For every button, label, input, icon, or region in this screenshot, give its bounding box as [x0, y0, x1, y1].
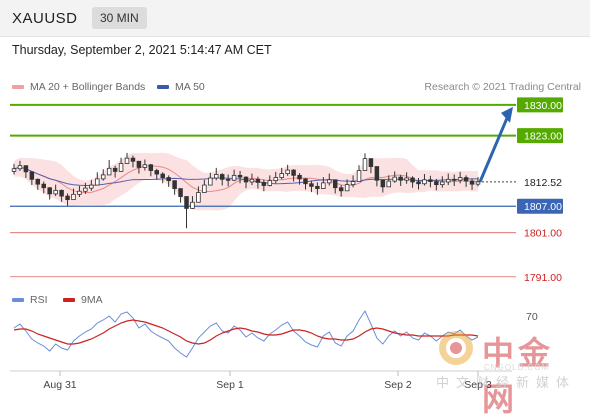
candle-body — [124, 157, 130, 164]
candle-body — [410, 177, 415, 183]
candle-body — [77, 190, 82, 195]
candle-body — [160, 173, 165, 178]
candle-body — [350, 181, 356, 186]
candle-body — [255, 178, 261, 183]
candle-body — [106, 167, 112, 176]
x-tick-label-2: Sep 2 — [384, 379, 412, 391]
candle-body — [392, 176, 397, 182]
candle-body — [261, 182, 267, 186]
forecast-arrow-line — [478, 115, 510, 183]
level-label-1: 1823.00 — [524, 131, 562, 143]
x-tick-label-1: Sep 1 — [216, 379, 244, 391]
candle-body — [219, 174, 225, 180]
candle-body — [196, 192, 201, 203]
candle-body — [142, 164, 148, 168]
candle-body — [475, 181, 481, 185]
candle-body — [469, 180, 475, 185]
level-label-0: 1830.00 — [524, 100, 562, 112]
level-label-5: 1791.00 — [524, 272, 562, 284]
candle-body — [386, 180, 392, 188]
candle-body — [374, 166, 380, 181]
level-label-3: 1807.00 — [524, 201, 562, 213]
candle-body — [53, 189, 58, 195]
candle-body — [404, 177, 409, 181]
candle-body — [338, 187, 344, 192]
candle-body — [285, 169, 290, 174]
candle-body — [23, 165, 29, 173]
candle-body — [243, 176, 249, 183]
candle-body — [451, 178, 457, 181]
candle-body — [11, 168, 17, 172]
watermark-logo: 中金网 CNGOLD.COM 中文财经新媒体 — [436, 328, 586, 418]
candle-body — [71, 193, 76, 201]
candle-body — [297, 174, 302, 180]
candle-body — [172, 180, 177, 189]
candle-body — [29, 171, 35, 180]
candle-body — [100, 174, 106, 180]
candle-body — [380, 179, 386, 188]
candle-body — [368, 158, 374, 167]
candle-body — [416, 181, 421, 185]
candle-body — [89, 184, 94, 189]
candle-body — [202, 184, 207, 193]
candle-body — [463, 177, 469, 182]
candle-body — [422, 179, 427, 185]
candle-body — [130, 157, 136, 162]
candle-body — [41, 183, 46, 189]
candle-body — [83, 187, 88, 192]
candle-body — [59, 189, 64, 197]
candle-body — [446, 178, 451, 183]
candle-body — [267, 180, 273, 186]
candle-body — [35, 178, 41, 185]
candle-body — [17, 165, 23, 170]
watermark-subtitle: 中文财经新媒体 — [436, 376, 577, 391]
candle-body — [237, 174, 243, 178]
candle-body — [309, 183, 314, 187]
candle-body — [136, 160, 142, 168]
candle-body — [249, 178, 255, 183]
candle-body — [118, 163, 124, 172]
candle-body — [362, 158, 368, 171]
candle-body — [47, 187, 52, 195]
level-label-2: 1812.52 — [524, 177, 562, 189]
candle-body — [225, 178, 231, 181]
candle-body — [344, 184, 350, 192]
candle-body — [332, 179, 338, 189]
rsi-series-line-1 — [13, 319, 479, 345]
candle-body — [95, 178, 100, 186]
candle-body — [65, 195, 70, 201]
candle-body — [303, 178, 308, 185]
candle-body — [273, 177, 278, 182]
candle-body — [208, 177, 213, 186]
candle-body — [112, 167, 118, 172]
candle-body — [428, 179, 433, 182]
watermark-url: CNGOLD.COM — [484, 363, 550, 372]
candle-body — [184, 196, 189, 209]
candle-body — [315, 185, 320, 189]
candle-body — [321, 182, 326, 189]
candle-body — [434, 181, 439, 186]
candle-body — [154, 170, 160, 175]
candle-body — [231, 174, 237, 181]
candle-body — [398, 176, 403, 181]
candle-body — [166, 177, 171, 182]
rsi-series-line-0 — [13, 309, 479, 358]
level-label-4: 1801.00 — [524, 228, 562, 240]
rsi-tick-label-0: 70 — [526, 311, 538, 323]
candle-body — [190, 201, 195, 209]
candle-body — [291, 169, 296, 176]
candle-body — [178, 188, 183, 197]
candle-body — [327, 179, 332, 184]
candle-body — [279, 173, 284, 178]
candle-body — [148, 164, 154, 171]
watermark-emblem-icon — [439, 331, 473, 365]
candle-body — [457, 177, 463, 181]
candle-body — [440, 181, 445, 186]
candle-body — [356, 170, 362, 182]
candle-body — [214, 174, 219, 179]
x-tick-label-0: Aug 31 — [43, 379, 76, 391]
